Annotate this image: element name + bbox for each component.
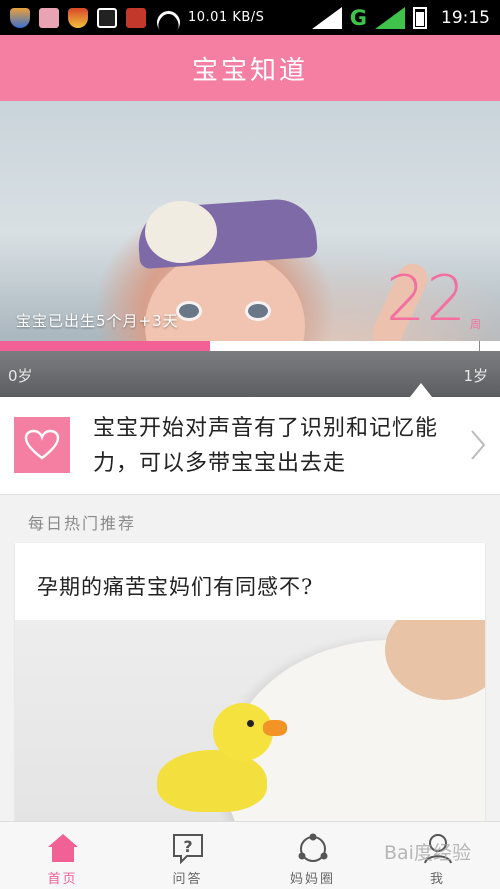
heart-icon [14, 417, 70, 473]
scale-end-label: 1岁 [463, 367, 488, 385]
age-progress-bar [0, 341, 500, 351]
section-title: 每日热门推荐 [28, 514, 137, 533]
network-speed: 10.01 KB/S [188, 10, 265, 25]
article-image[interactable] [15, 620, 485, 843]
shield-icon [10, 7, 30, 28]
chevron-right-icon[interactable] [466, 427, 490, 463]
network-type: G [349, 5, 367, 30]
age-progress-fill [0, 341, 210, 351]
home-icon [45, 832, 81, 864]
rubber-duck-beak [263, 720, 287, 736]
status-bar: 10.01 KB/S G 19:15 [0, 0, 500, 35]
daily-tip-card[interactable]: 宝宝开始对声音有了识别和记忆能力，可以多带宝宝出去走 [0, 397, 500, 495]
tip-text: 宝宝开始对声音有了识别和记忆能力，可以多带宝宝出去走 [93, 416, 439, 476]
shield-app-icon [68, 7, 88, 28]
tab-questions[interactable]: ? 问答 [125, 822, 250, 889]
app-header: 宝宝知道 [0, 35, 500, 101]
baby-eye [176, 301, 202, 321]
rubber-duck-eye [247, 720, 254, 727]
progress-end-tick [479, 341, 480, 351]
tab-label: 问答 [172, 872, 203, 887]
signal-icon [311, 6, 342, 29]
week-number: 22 [386, 262, 467, 335]
page-title: 宝宝知道 [191, 55, 308, 86]
wifi-icon [155, 9, 179, 27]
battery-icon [413, 6, 427, 29]
cat-app-icon [39, 7, 59, 28]
baby-headband-flower [145, 201, 217, 263]
svg-text:?: ? [183, 837, 192, 856]
week-unit: 周 [470, 318, 481, 331]
tab-label: 妈妈圈 [289, 872, 335, 887]
chest-app-icon [126, 7, 146, 28]
scale-start-label: 0岁 [8, 367, 33, 385]
image-icon [97, 7, 117, 28]
watermark: Bai度经验 [384, 842, 471, 864]
article-card[interactable]: 孕期的痛苦宝妈们有同感不? [15, 543, 485, 843]
progress-pointer [410, 383, 432, 397]
clock: 19:15 [441, 7, 490, 28]
signal-icon [375, 6, 405, 29]
article-title[interactable]: 孕期的痛苦宝妈们有同感不? [37, 571, 313, 601]
tab-home[interactable]: 首页 [0, 822, 125, 889]
tab-label: 我 [429, 872, 445, 887]
question-icon: ? [170, 832, 206, 864]
tab-label: 首页 [47, 872, 78, 887]
baby-age-text: 宝宝已出生5个月+3天 [16, 312, 179, 330]
baby-eye [245, 301, 271, 321]
tab-mom-circle[interactable]: 妈妈圈 [250, 822, 375, 889]
circle-icon [295, 832, 331, 864]
